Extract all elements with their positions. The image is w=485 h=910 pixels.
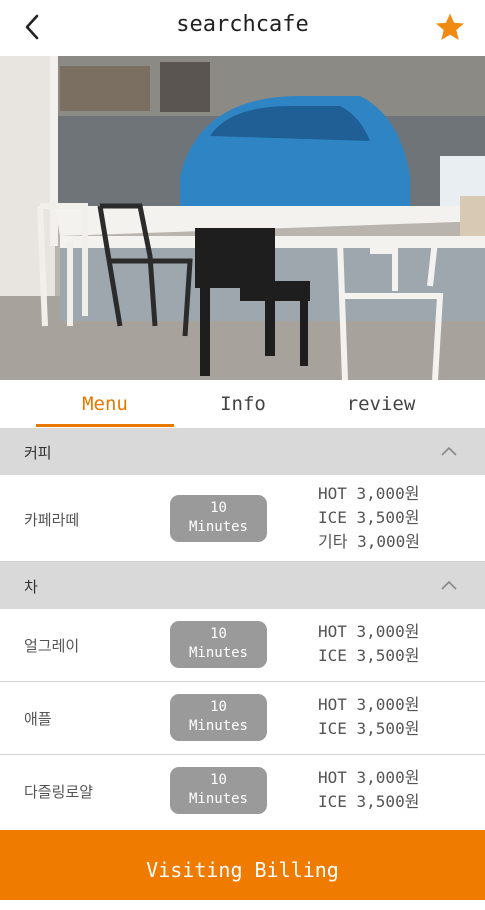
menu-list: 커피 카페라떼 10 Minutes HOT 3,000원 ICE 3,500원… — [0, 428, 485, 827]
active-tab-indicator — [36, 424, 174, 427]
menu-item[interactable]: 애플 10 Minutes HOT 3,000원 ICE 3,500원 — [0, 682, 485, 755]
price-hot: HOT 3,000원 — [318, 695, 420, 714]
prep-time-badge: 10 Minutes — [170, 495, 267, 542]
chevron-up-icon[interactable] — [439, 442, 459, 462]
price-hot: HOT 3,000원 — [318, 484, 420, 503]
cafe-photo[interactable] — [0, 56, 485, 380]
category-header[interactable]: 커피 — [0, 428, 485, 475]
app-header: searchcafe — [0, 0, 485, 54]
page-title: searchcafe — [176, 12, 309, 37]
tab-info[interactable]: Info — [174, 380, 312, 428]
tab-bar: Menu Info review — [0, 380, 485, 428]
price-ice: ICE 3,500원 — [318, 792, 420, 811]
menu-item[interactable]: 다즐링로얄 10 Minutes HOT 3,000원 ICE 3,500원 — [0, 755, 485, 827]
prep-time-badge: 10 Minutes — [170, 767, 267, 814]
price-other: 기타 3,000원 — [318, 532, 420, 551]
tab-review[interactable]: review — [312, 380, 450, 428]
price-hot: HOT 3,000원 — [318, 622, 420, 641]
tab-menu[interactable]: Menu — [36, 380, 174, 428]
category-label: 차 — [24, 578, 38, 596]
price-list: HOT 3,000원 ICE 3,500원 기타 3,000원 — [318, 482, 420, 554]
prep-time-unit: Minutes — [188, 645, 248, 661]
category-header[interactable]: 차 — [0, 562, 485, 609]
menu-item-name: 다즐링로얄 — [24, 783, 94, 801]
prep-time-unit: Minutes — [188, 718, 248, 734]
price-ice: ICE 3,500원 — [318, 646, 420, 665]
chevron-up-icon[interactable] — [439, 576, 459, 596]
prep-time-badge: 10 Minutes — [170, 694, 267, 741]
menu-item[interactable]: 카페라떼 10 Minutes HOT 3,000원 ICE 3,500원 기타… — [0, 475, 485, 562]
prep-time-value: 10 — [210, 699, 227, 715]
prep-time-badge: 10 Minutes — [170, 621, 267, 668]
star-icon[interactable] — [435, 12, 465, 42]
price-list: HOT 3,000원 ICE 3,500원 — [318, 693, 419, 741]
prep-time-value: 10 — [210, 772, 227, 788]
prep-time-value: 10 — [210, 626, 227, 642]
price-ice: ICE 3,500원 — [318, 508, 420, 527]
menu-item[interactable]: 얼그레이 10 Minutes HOT 3,000원 ICE 3,500원 — [0, 609, 485, 682]
prep-time-unit: Minutes — [188, 791, 248, 807]
menu-item-name: 얼그레이 — [24, 637, 80, 655]
cafe-photo-illustration — [0, 56, 485, 380]
menu-item-name: 애플 — [24, 710, 52, 728]
visiting-billing-button[interactable]: Visiting Billing — [0, 830, 485, 900]
category-label: 커피 — [24, 444, 52, 462]
price-list: HOT 3,000원 ICE 3,500원 — [318, 766, 419, 814]
price-ice: ICE 3,500원 — [318, 719, 420, 738]
prep-time-unit: Minutes — [188, 519, 248, 535]
prep-time-value: 10 — [210, 500, 227, 516]
price-list: HOT 3,000원 ICE 3,500원 — [318, 620, 419, 668]
price-hot: HOT 3,000원 — [318, 768, 420, 787]
menu-item-name: 카페라떼 — [24, 511, 80, 529]
